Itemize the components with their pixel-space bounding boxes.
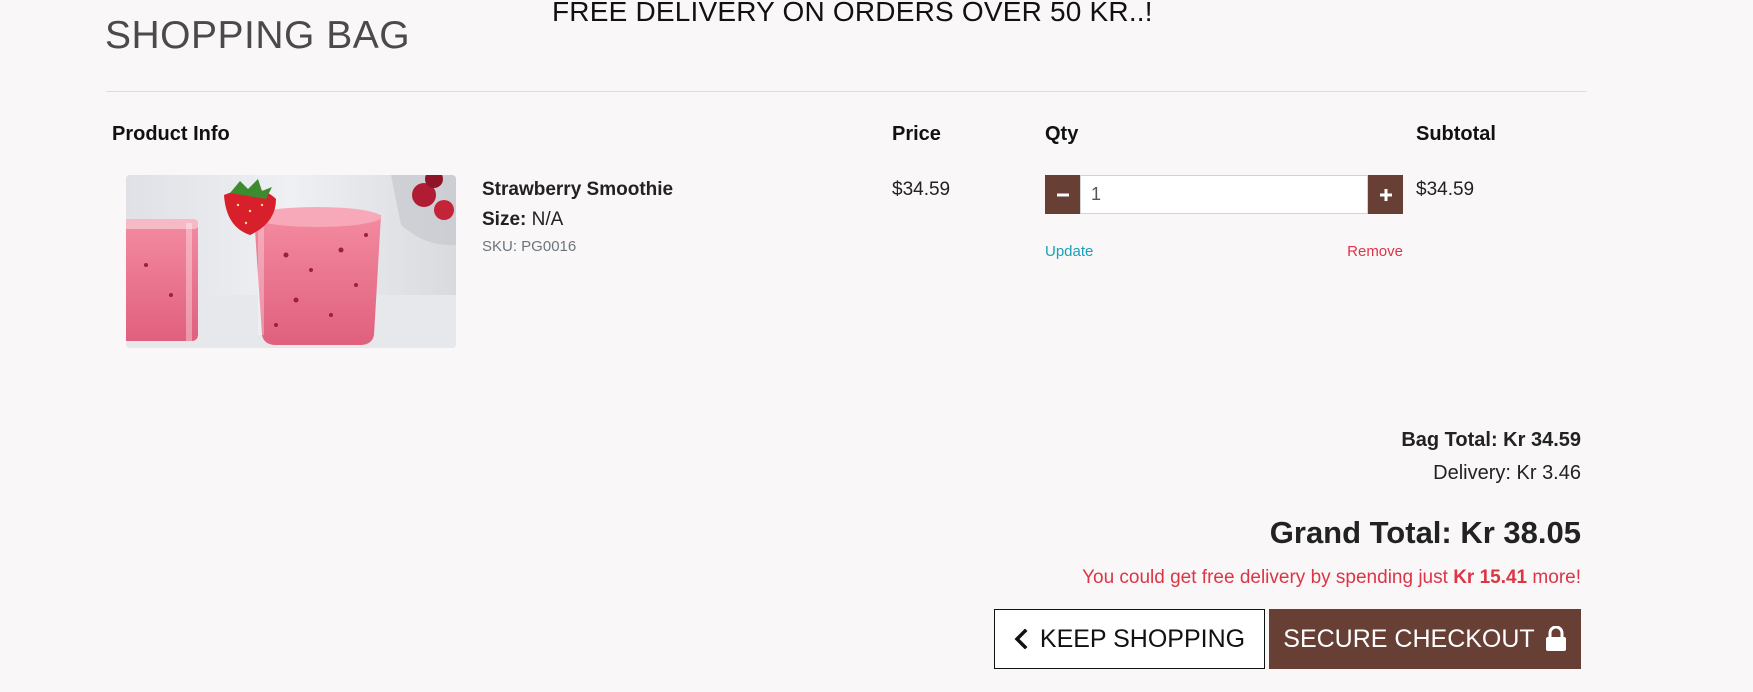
secure-checkout-label: SECURE CHECKOUT	[1283, 624, 1535, 653]
header-product-info: Product Info	[112, 123, 230, 145]
free-delivery-amount: Kr 15.41	[1453, 567, 1528, 588]
free-delivery-message: You could get free delivery by spending …	[1082, 567, 1581, 589]
divider	[106, 91, 1587, 92]
quantity-stepper	[1045, 175, 1403, 214]
size-label: Size:	[482, 209, 527, 230]
plus-icon	[1379, 188, 1393, 202]
bag-total: Bag Total: Kr 34.59	[1401, 429, 1581, 451]
size-value: N/A	[531, 209, 564, 230]
header-qty: Qty	[1045, 123, 1079, 145]
product-size: Size: N/A	[482, 209, 563, 231]
free-delivery-prefix: You could get free delivery by spending …	[1082, 567, 1448, 588]
header-subtotal: Subtotal	[1416, 123, 1496, 145]
product-name: Strawberry Smoothie	[482, 179, 674, 200]
chevron-left-icon	[1014, 629, 1028, 649]
strawberry-smoothie-photo	[126, 175, 456, 348]
header-price: Price	[892, 123, 941, 145]
minus-icon	[1056, 188, 1070, 202]
keep-shopping-label: KEEP SHOPPING	[1039, 624, 1246, 653]
quantity-input[interactable]	[1080, 175, 1368, 214]
product-sku: SKU: PG0016	[482, 238, 577, 255]
remove-link[interactable]: Remove	[1347, 243, 1403, 260]
grand-total: Grand Total: Kr 38.05	[1269, 515, 1581, 550]
keep-shopping-button[interactable]: KEEP SHOPPING	[994, 609, 1265, 669]
product-subtotal: $34.59	[1416, 179, 1475, 200]
product-price: $34.59	[892, 179, 951, 200]
lock-icon	[1545, 626, 1567, 652]
decrement-button[interactable]	[1045, 175, 1080, 214]
update-link[interactable]: Update	[1045, 243, 1093, 260]
free-delivery-suffix: more!	[1532, 567, 1581, 588]
increment-button[interactable]	[1368, 175, 1403, 214]
secure-checkout-button[interactable]: SECURE CHECKOUT	[1269, 609, 1581, 669]
page-title: SHOPPING BAG	[105, 14, 411, 57]
delivery-cost: Delivery: Kr 3.46	[1433, 462, 1581, 484]
free-delivery-banner: FREE DELIVERY ON ORDERS OVER 50 KR..!	[552, 0, 1153, 27]
product-image	[126, 175, 456, 348]
